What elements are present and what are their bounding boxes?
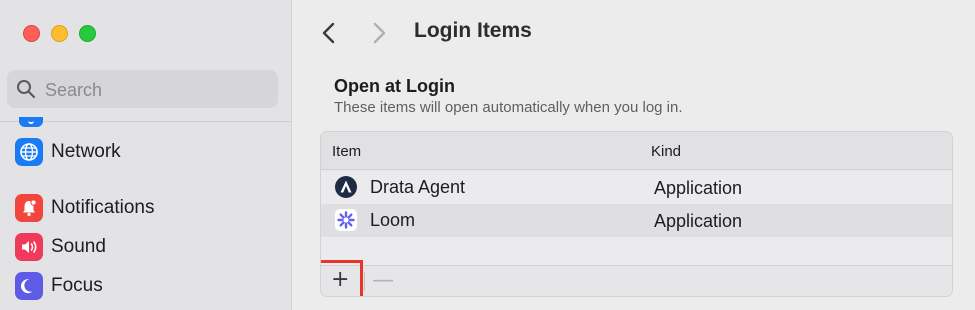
sidebar-item-label: Sound (51, 236, 106, 257)
empty-row (321, 237, 952, 265)
sidebar: Network Notifications Sound Focu (0, 0, 292, 310)
plus-icon: + (331, 267, 350, 292)
sidebar-item-notifications[interactable]: Notifications (15, 193, 155, 223)
sidebar-divider (0, 121, 292, 122)
add-item-button[interactable]: + (321, 260, 363, 296)
partial-sidebar-icon (19, 117, 43, 127)
item-kind: Application (654, 178, 743, 198)
chevron-left-icon[interactable] (317, 20, 343, 46)
sidebar-item-label: Notifications (51, 197, 155, 218)
item-cell: Drata Agent (335, 176, 465, 198)
sidebar-item-label: Network (51, 141, 121, 162)
item-cell: Loom (335, 209, 415, 231)
sidebar-item-focus[interactable]: Focus (15, 271, 103, 301)
column-header-item[interactable]: Item (332, 143, 361, 160)
item-kind: Application (654, 211, 743, 231)
item-name: Loom (370, 209, 416, 230)
table-footer: + — (321, 260, 952, 296)
loom-icon (335, 209, 357, 231)
search-input[interactable] (43, 74, 267, 106)
bell-icon (15, 194, 43, 222)
chevron-right-icon[interactable] (365, 20, 391, 46)
search-icon (17, 80, 36, 99)
search-field[interactable] (7, 70, 278, 108)
item-name: Drata Agent (370, 176, 466, 197)
close-window-button[interactable] (23, 25, 40, 42)
speaker-icon (15, 233, 43, 261)
zoom-window-button[interactable] (79, 25, 96, 42)
sidebar-item-sound[interactable]: Sound (15, 232, 106, 262)
minimize-window-button[interactable] (51, 25, 68, 42)
sidebar-item-network[interactable]: Network (15, 137, 121, 167)
table-header: Item Kind (321, 132, 952, 170)
globe-icon (15, 138, 43, 166)
drata-agent-icon (335, 176, 357, 198)
minus-icon: — (372, 268, 394, 293)
main-panel: Login Items Open at Login These items wi… (293, 0, 975, 310)
page-title: Login Items (414, 19, 532, 42)
section-subtitle: These items will open automatically when… (334, 99, 683, 116)
section-title: Open at Login (334, 76, 455, 96)
table-row[interactable]: Drata Agent Application (321, 171, 952, 204)
moon-icon (15, 272, 43, 300)
remove-item-button[interactable]: — (365, 266, 395, 296)
login-items-table: Item Kind Drata Agent Application Loom A… (320, 131, 953, 297)
column-header-kind[interactable]: Kind (651, 143, 681, 160)
table-row[interactable]: Loom Application (321, 204, 952, 237)
sidebar-item-label: Focus (51, 275, 103, 296)
